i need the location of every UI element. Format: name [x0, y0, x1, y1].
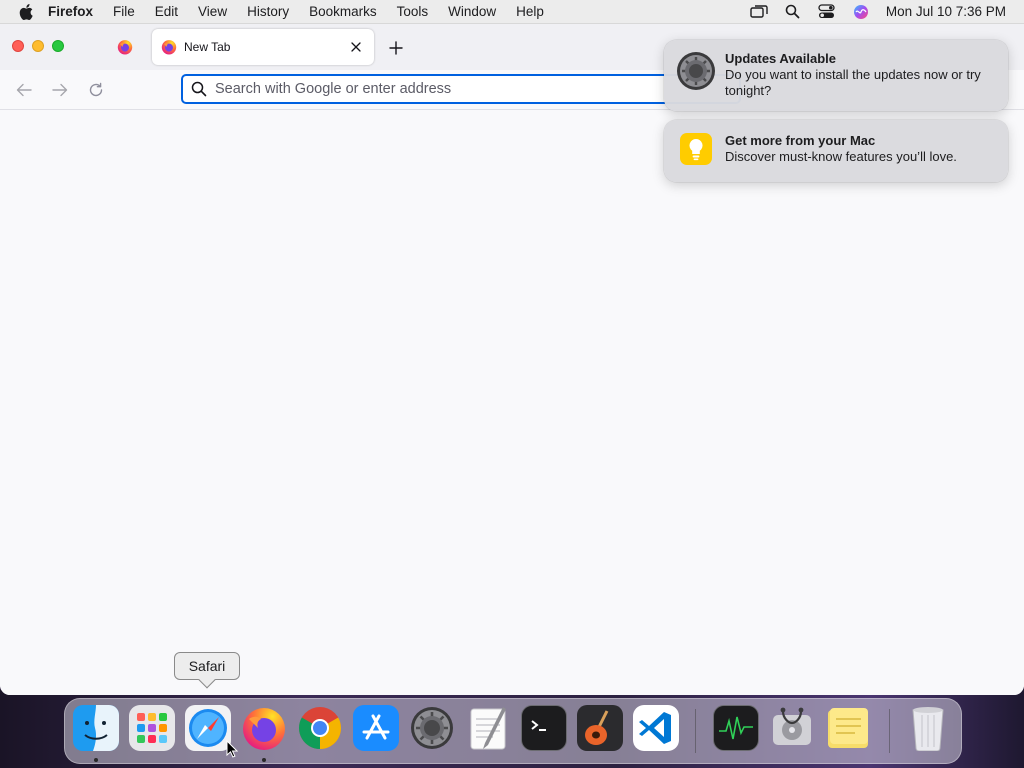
url-bar[interactable]	[181, 74, 741, 104]
chrome-icon[interactable]	[297, 705, 343, 751]
menu-edit[interactable]: Edit	[155, 4, 178, 19]
menu-bookmarks[interactable]: Bookmarks	[309, 4, 377, 19]
notification-get-more-from-mac[interactable]: Get more from your Mac Discover must-kno…	[664, 120, 1008, 182]
notification-updates-available[interactable]: Updates Available Do you want to install…	[664, 40, 1008, 111]
menu-tools[interactable]: Tools	[397, 4, 429, 19]
garageband-icon[interactable]	[577, 705, 623, 751]
notification-body: Do you want to install the updates now o…	[725, 67, 981, 98]
app-store-icon[interactable]	[353, 705, 399, 751]
menubar-clock[interactable]: Mon Jul 10 7:36 PM	[886, 4, 1006, 19]
terminal-icon[interactable]	[521, 705, 567, 751]
siri-icon[interactable]	[852, 4, 870, 20]
search-icon	[191, 81, 207, 97]
spotlight-search-icon[interactable]	[784, 4, 802, 20]
system-preferences-icon	[676, 51, 716, 91]
control-center-icon[interactable]	[818, 4, 836, 20]
textedit-icon[interactable]	[465, 705, 511, 751]
firefox-icon	[117, 39, 133, 55]
arrow-right-icon[interactable]	[48, 78, 72, 102]
apple-logo-icon[interactable]	[18, 3, 34, 20]
tab-title: New Tab	[184, 40, 231, 54]
menu-history[interactable]: History	[247, 4, 289, 19]
window-close-button[interactable]	[12, 40, 24, 52]
vscode-icon[interactable]	[633, 705, 679, 751]
menu-file[interactable]: File	[113, 4, 135, 19]
window-maximize-button[interactable]	[52, 40, 64, 52]
firefox-icon	[161, 39, 177, 55]
finder-icon[interactable]	[73, 705, 119, 751]
menu-window[interactable]: Window	[448, 4, 496, 19]
launchpad-icon[interactable]	[129, 705, 175, 751]
dock-tooltip: Safari	[174, 652, 240, 689]
pinned-tab[interactable]	[112, 36, 138, 58]
notification-body: Discover must-know features you’ll love.	[725, 149, 957, 164]
address-input[interactable]	[215, 77, 739, 101]
stickies-icon[interactable]	[825, 705, 871, 751]
dock	[64, 698, 962, 764]
disk-utility-icon[interactable]	[769, 705, 815, 751]
trash-icon[interactable]	[905, 705, 951, 751]
running-indicator	[94, 758, 98, 762]
menu-app-firefox[interactable]: Firefox	[48, 4, 93, 19]
reload-icon[interactable]	[84, 78, 108, 102]
menu-view[interactable]: View	[198, 4, 227, 19]
menu-help[interactable]: Help	[516, 4, 544, 19]
page-content	[0, 110, 1024, 695]
running-indicator	[262, 758, 266, 762]
dock-separator	[889, 709, 890, 753]
notification-title: Get more from your Mac	[725, 133, 876, 148]
mouse-cursor-icon	[226, 739, 239, 758]
screen-mirroring-icon[interactable]	[750, 4, 768, 20]
activity-monitor-icon[interactable]	[713, 705, 759, 751]
menu-bar: Firefox File Edit View History Bookmarks…	[0, 0, 1024, 24]
dock-separator	[695, 709, 696, 753]
window-minimize-button[interactable]	[32, 40, 44, 52]
firefox-icon[interactable]	[241, 705, 287, 751]
close-icon[interactable]	[346, 37, 366, 57]
system-preferences-icon[interactable]	[409, 705, 455, 751]
notification-title: Updates Available	[725, 51, 837, 66]
arrow-left-icon[interactable]	[12, 78, 36, 102]
tips-icon	[680, 133, 712, 165]
tab-new-tab[interactable]: New Tab	[152, 29, 374, 65]
safari-icon[interactable]	[185, 705, 231, 751]
plus-icon[interactable]	[384, 36, 408, 60]
